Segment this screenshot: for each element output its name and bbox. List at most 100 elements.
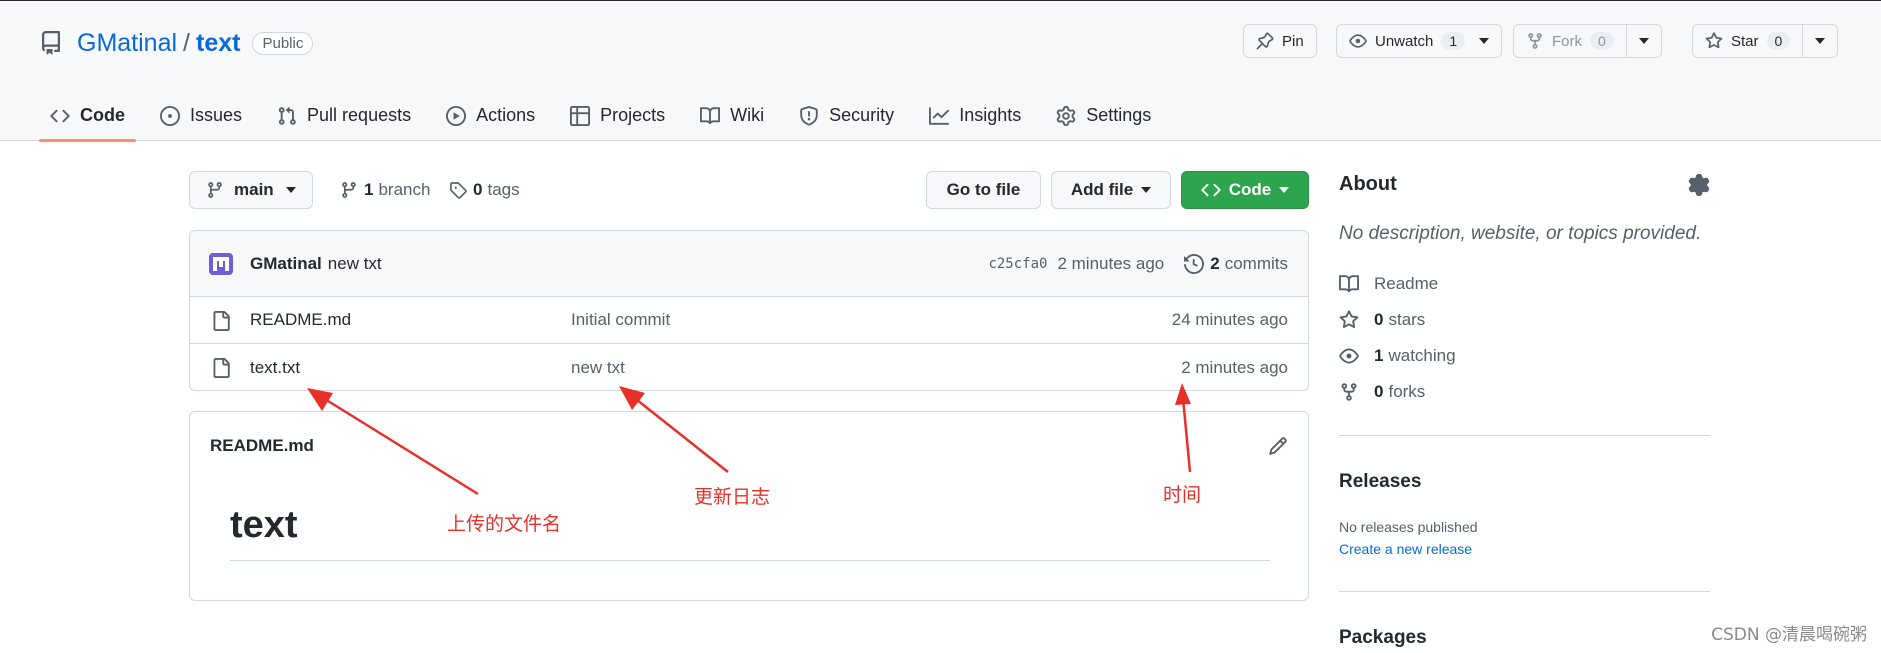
- code-button-label: Code: [1228, 180, 1272, 199]
- tab-label: Issues: [190, 105, 243, 125]
- tags-link[interactable]: 0 tags: [449, 171, 520, 209]
- tab-code[interactable]: Code: [39, 89, 136, 142]
- forks-counter: 0: [1590, 32, 1614, 50]
- tags-count: 0: [473, 180, 483, 199]
- fork-button[interactable]: Fork 0: [1513, 24, 1662, 58]
- readme-header: README.md: [190, 412, 1308, 480]
- avatar[interactable]: [207, 250, 235, 278]
- branch-icon: [208, 182, 222, 198]
- file-icon: [213, 311, 230, 331]
- branches-link[interactable]: 1 branch: [340, 171, 430, 209]
- eye-icon: [1339, 348, 1359, 364]
- repo-owner-link[interactable]: GMatinal: [77, 29, 177, 58]
- fork-dropdown[interactable]: [1625, 25, 1661, 57]
- gear-icon: [1056, 105, 1076, 126]
- tab-label: Projects: [600, 105, 666, 125]
- book-icon: [1339, 275, 1359, 293]
- stars-link[interactable]: 0 stars: [1339, 308, 1425, 332]
- tab-label: Pull requests: [307, 105, 412, 125]
- shield-icon: [800, 105, 818, 126]
- branch-icon: [342, 182, 356, 198]
- forks-count: 0: [1374, 382, 1384, 401]
- chevron-down-icon: [1479, 38, 1490, 44]
- chevron-down-icon: [1815, 38, 1826, 44]
- time-annotation: 时间: [1163, 484, 1202, 506]
- repo-name-link[interactable]: text: [196, 29, 240, 58]
- watching-label: watching: [1388, 346, 1456, 365]
- repo-tabs: Code Issues Pull requests Actions Projec…: [39, 89, 1175, 142]
- commits-count: 2: [1210, 253, 1220, 273]
- code-icon: [1201, 183, 1221, 197]
- tab-insights[interactable]: Insights: [918, 89, 1032, 142]
- pin-action: Pin: [1243, 24, 1317, 58]
- branch-selector[interactable]: main: [189, 171, 313, 209]
- readme-divider: [230, 560, 1270, 561]
- unwatch-button[interactable]: Unwatch 1: [1336, 24, 1503, 58]
- about-heading: About: [1339, 173, 1397, 195]
- commits-history-link[interactable]: 2 commits: [1184, 254, 1288, 274]
- commits-label: commits: [1224, 253, 1288, 273]
- fork-label: Fork: [1552, 32, 1582, 50]
- tab-settings[interactable]: Settings: [1045, 89, 1162, 142]
- pin-button[interactable]: Pin: [1243, 24, 1317, 58]
- file-name-link[interactable]: text.txt: [250, 358, 300, 378]
- file-commit-link[interactable]: new txt: [571, 358, 625, 378]
- commit-sha[interactable]: c25cfa0: [988, 256, 1047, 272]
- watching-link[interactable]: 1 watching: [1339, 344, 1456, 368]
- go-to-file-label: Go to file: [946, 180, 1021, 199]
- repo-header: GMatinal / text Public Pin Unwatch 1 For…: [0, 0, 1881, 142]
- code-icon: [50, 109, 70, 122]
- no-releases-text: No releases published: [1339, 519, 1478, 535]
- tab-wiki[interactable]: Wiki: [689, 89, 775, 142]
- log-annotation: 更新日志: [694, 486, 771, 508]
- forks-link[interactable]: 0 forks: [1339, 380, 1425, 404]
- add-file-button[interactable]: Add file: [1051, 171, 1171, 209]
- go-to-file-button[interactable]: Go to file: [926, 171, 1041, 209]
- about-description: No description, website, or topics provi…: [1339, 223, 1702, 244]
- readme-link[interactable]: Readme: [1339, 272, 1438, 296]
- file-row: README.md Initial commit 24 minutes ago: [190, 297, 1308, 344]
- star-icon: [1339, 310, 1359, 329]
- tab-issues[interactable]: Issues: [149, 89, 253, 142]
- latest-commit-bar: GMatinal new txt c25cfa0 2 minutes ago 2…: [190, 231, 1308, 297]
- tab-security[interactable]: Security: [788, 89, 905, 142]
- commit-age: 2 minutes ago: [1057, 253, 1165, 273]
- tab-label: Wiki: [730, 105, 765, 125]
- branch-name: main: [234, 180, 274, 199]
- star-dropdown[interactable]: [1802, 25, 1837, 57]
- tab-actions[interactable]: Actions: [435, 89, 546, 142]
- tab-pull-requests[interactable]: Pull requests: [266, 89, 422, 142]
- file-row: text.txt new txt 2 minutes ago: [190, 344, 1308, 390]
- stars-count: 0: [1374, 310, 1384, 329]
- history-icon: [1184, 253, 1205, 274]
- filename-annotation: 上传的文件名: [447, 513, 562, 535]
- releases-heading[interactable]: Releases: [1339, 471, 1421, 493]
- tab-label: Actions: [476, 105, 536, 125]
- star-button[interactable]: Star 0: [1692, 24, 1839, 58]
- readme-heading: text: [230, 504, 298, 546]
- watermark: CSDN @清晨喝碗粥: [1711, 625, 1867, 645]
- pencil-icon[interactable]: [1268, 436, 1288, 456]
- pin-icon: [1256, 32, 1274, 50]
- code-button[interactable]: Code: [1181, 171, 1309, 209]
- tab-projects[interactable]: Projects: [559, 89, 676, 142]
- tags-label: tags: [487, 180, 520, 199]
- watch-action: Unwatch 1: [1336, 24, 1503, 58]
- sidebar-divider: [1339, 435, 1710, 436]
- eye-icon: [1349, 34, 1367, 48]
- commit-message[interactable]: new txt: [328, 254, 382, 274]
- file-name-link[interactable]: README.md: [250, 310, 351, 330]
- branches-label: branch: [378, 180, 431, 199]
- packages-heading[interactable]: Packages: [1339, 627, 1427, 649]
- create-release-link[interactable]: Create a new release: [1339, 541, 1472, 557]
- visibility-badge: Public: [252, 31, 314, 55]
- repo-path-separator: /: [183, 28, 190, 57]
- tag-icon: [450, 182, 467, 199]
- stars-label: stars: [1388, 310, 1426, 329]
- book-icon: [700, 106, 721, 124]
- gear-icon[interactable]: [1688, 174, 1710, 196]
- chevron-down-icon: [1638, 38, 1649, 44]
- file-commit-link[interactable]: Initial commit: [571, 310, 670, 330]
- commit-author[interactable]: GMatinal: [250, 254, 322, 274]
- fork-icon: [1341, 383, 1357, 401]
